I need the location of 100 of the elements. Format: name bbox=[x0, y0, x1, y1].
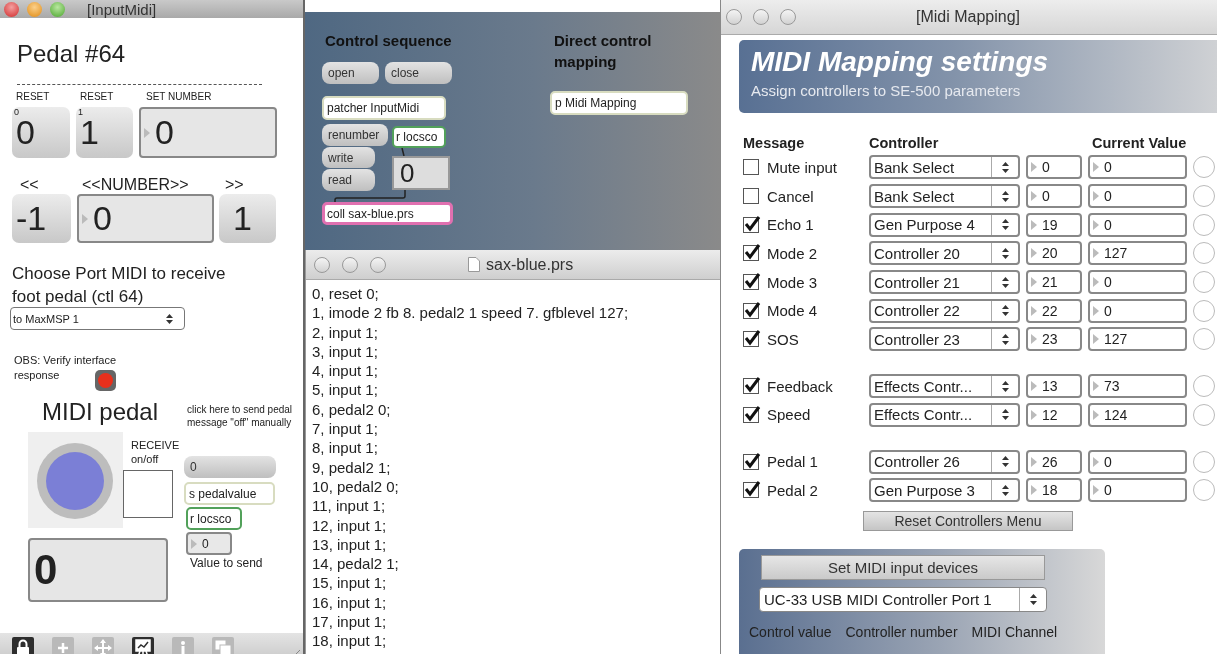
column-label: MIDI Channel bbox=[971, 623, 1058, 640]
message-box[interactable]: 0 bbox=[184, 456, 276, 478]
text-line: 6, pedal2 0; bbox=[312, 399, 392, 420]
window-title: sax-blue.prs bbox=[486, 255, 574, 274]
number-box[interactable]: 13 bbox=[1026, 374, 1082, 399]
text-line: 9, pedal2 1; bbox=[312, 457, 392, 477]
window-title: [Midi Mapping] bbox=[916, 8, 1021, 26]
value-box[interactable]: 73 bbox=[1088, 374, 1187, 399]
triangle-icon bbox=[1031, 456, 1037, 467]
controller-dropdown[interactable]: Effects Contr... bbox=[869, 374, 1020, 399]
checkbox[interactable] bbox=[743, 378, 759, 395]
controller-dropdown[interactable]: Controller 21 bbox=[869, 270, 1020, 295]
controller-dropdown[interactable]: Controller 22 bbox=[869, 298, 1020, 323]
port-dropdown[interactable]: to MaxMSP 1 bbox=[10, 307, 185, 330]
number-box[interactable]: 0 bbox=[139, 107, 277, 158]
message-label: Mode 4 bbox=[767, 302, 818, 320]
checkbox[interactable] bbox=[743, 406, 759, 423]
controller-dropdown[interactable]: Gen Purpose 4 bbox=[869, 212, 1020, 237]
checkbox[interactable] bbox=[743, 453, 759, 470]
port-label: Choose Port MIDI to receive foot pedal (ctl 64) bbox=[12, 263, 227, 308]
value-box[interactable]: 0 bbox=[1088, 212, 1187, 237]
checkbox[interactable] bbox=[743, 274, 759, 291]
value-box[interactable]: 0 bbox=[1088, 184, 1187, 209]
triangle-icon bbox=[1031, 191, 1037, 202]
button-label: SET NUMBER bbox=[146, 91, 212, 102]
triangle-icon bbox=[144, 127, 150, 138]
checkbox[interactable] bbox=[743, 216, 759, 233]
message-label: Pedal 2 bbox=[767, 481, 818, 499]
value-label: Value to send bbox=[190, 556, 263, 570]
number-box[interactable]: 0 bbox=[1026, 155, 1082, 180]
value-box[interactable]: 0 bbox=[1088, 298, 1187, 323]
stepper-arrows-icon bbox=[1000, 332, 1010, 346]
value-box[interactable]: 0 bbox=[1088, 270, 1187, 295]
stepper-arrows-icon bbox=[1000, 379, 1010, 393]
text-line: 7, input 1; bbox=[312, 419, 379, 439]
triangle-icon bbox=[1093, 248, 1099, 259]
toggle-box[interactable] bbox=[123, 470, 173, 518]
number-box[interactable]: 23 bbox=[1026, 327, 1082, 352]
lock-icon[interactable] bbox=[12, 636, 34, 654]
number-box[interactable]: 22 bbox=[1026, 298, 1082, 323]
hint-text: click here to send pedal message "off" manually bbox=[187, 403, 294, 429]
decrement-button[interactable]: -1 bbox=[12, 194, 71, 243]
stepper-arrows-icon bbox=[1000, 455, 1010, 469]
controller-dropdown[interactable]: Controller 23 bbox=[869, 327, 1020, 352]
text-line: 12, input 1; bbox=[312, 515, 388, 535]
controller-dropdown[interactable]: Controller 26 bbox=[869, 449, 1020, 474]
text-line: 17, input 1; bbox=[312, 612, 388, 632]
reset-button[interactable]: Reset Controllers Menu bbox=[863, 510, 1073, 531]
number-box[interactable]: 12 bbox=[1026, 402, 1082, 427]
controller-dropdown[interactable]: Effects Contr... bbox=[869, 402, 1020, 427]
increment-button[interactable]: 1 bbox=[219, 194, 276, 243]
triangle-icon bbox=[1093, 219, 1099, 230]
stepper-arrows-icon bbox=[1000, 218, 1010, 232]
message-label: Feedback bbox=[767, 377, 833, 395]
text-line: 0, reset 0; bbox=[312, 284, 380, 304]
checkbox[interactable] bbox=[743, 245, 759, 262]
message-label: Mode 3 bbox=[767, 273, 818, 291]
number-box[interactable]: 20 bbox=[1026, 241, 1082, 266]
value-box[interactable]: 127 bbox=[1088, 241, 1187, 266]
checkbox[interactable] bbox=[743, 331, 759, 348]
number-box[interactable]: 0 bbox=[186, 532, 232, 555]
number-box[interactable]: 21 bbox=[1026, 270, 1082, 295]
number-box[interactable]: 19 bbox=[1026, 212, 1082, 237]
checkbox[interactable] bbox=[743, 482, 759, 499]
column-label: Controller number bbox=[845, 623, 958, 640]
value-box[interactable]: 127 bbox=[1088, 327, 1187, 352]
message-box[interactable]: write bbox=[322, 147, 375, 168]
triangle-icon bbox=[1031, 277, 1037, 288]
message-box[interactable]: open bbox=[322, 62, 379, 84]
controller-dropdown[interactable]: Gen Purpose 3 bbox=[869, 478, 1020, 503]
stepper-arrows-icon bbox=[1000, 275, 1010, 289]
controller-dropdown[interactable]: Bank Select bbox=[869, 184, 1020, 209]
stepper-arrows-icon bbox=[1000, 160, 1010, 174]
easel-chart-icon[interactable] bbox=[132, 636, 154, 654]
number-box[interactable]: 26 bbox=[1026, 449, 1082, 474]
checkbox[interactable] bbox=[743, 159, 759, 176]
value-box[interactable]: 124 bbox=[1088, 402, 1187, 427]
message-label: Mode 2 bbox=[767, 244, 818, 262]
controller-dropdown[interactable]: Bank Select bbox=[869, 155, 1020, 180]
outlet-number: 1 bbox=[78, 107, 83, 117]
controller-dropdown[interactable]: Controller 20 bbox=[869, 241, 1020, 266]
number-box[interactable]: 0 bbox=[77, 194, 214, 243]
checkbox[interactable] bbox=[743, 302, 759, 319]
checkbox[interactable] bbox=[743, 188, 759, 205]
value-box[interactable]: 0 bbox=[1088, 478, 1187, 503]
column-header: Controller bbox=[869, 135, 940, 151]
number-box[interactable]: 0 bbox=[1026, 184, 1082, 209]
device-dropdown[interactable]: UC-33 USB MIDI Controller Port 1 bbox=[759, 586, 1047, 612]
value-box[interactable]: 0 bbox=[1088, 449, 1187, 474]
message-box[interactable]: close bbox=[385, 62, 452, 84]
message-box[interactable]: renumber bbox=[322, 124, 388, 146]
message-label: Mute input bbox=[767, 158, 838, 176]
number-box[interactable]: 18 bbox=[1026, 478, 1082, 503]
message-box[interactable]: read bbox=[322, 169, 375, 191]
button-label: RESET bbox=[80, 91, 114, 102]
number-box[interactable]: 0 bbox=[392, 156, 450, 190]
text-line: 3, input 1; bbox=[312, 341, 379, 362]
obs-label: OBS: Verify interface response bbox=[14, 353, 118, 383]
value-box[interactable]: 0 bbox=[1088, 155, 1187, 180]
devices-button[interactable]: Set MIDI input devices bbox=[761, 554, 1045, 580]
